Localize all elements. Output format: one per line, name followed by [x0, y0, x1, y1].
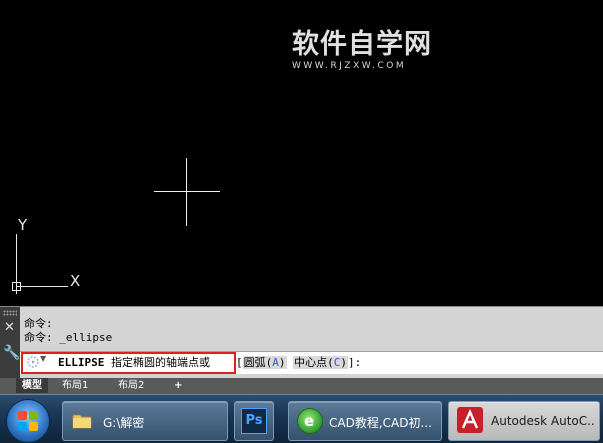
- add-layout-button[interactable]: +: [168, 378, 188, 393]
- taskbar-item-folder[interactable]: G:\解密: [62, 401, 228, 441]
- command-options: [圆弧(A) 中心点(C)]:: [236, 354, 361, 370]
- watermark-url: WWW.RJZXW.COM: [292, 61, 407, 71]
- command-window: ✕ 🔧 命令: 命令: _ellipse ▼ ELLIPSE 指定椭圆的轴端点或…: [0, 306, 603, 379]
- ucs-icon: Y X: [10, 216, 90, 298]
- history-line: 命令: _ellipse: [24, 331, 113, 344]
- taskbar-item-label: Autodesk AutoC...: [491, 414, 595, 428]
- command-window-grip[interactable]: ✕ 🔧: [0, 307, 20, 379]
- ucs-y-label: Y: [18, 216, 28, 234]
- ucs-x-label: X: [70, 272, 81, 290]
- command-history: 命令: 命令: _ellipse: [24, 317, 112, 345]
- taskbar-item-photoshop[interactable]: Ps: [234, 401, 274, 441]
- taskbar-item-label: CAD教程,CAD初...: [329, 416, 432, 430]
- option-center[interactable]: 中心点(C): [293, 356, 348, 369]
- chevron-down-icon[interactable]: ▼: [40, 354, 46, 363]
- watermark: 软件自学网 WWW.RJZXW.COM: [292, 29, 432, 72]
- grip-handle-icon[interactable]: [3, 310, 17, 316]
- command-name: ELLIPSE: [58, 356, 105, 369]
- autocad-icon: [457, 407, 483, 433]
- history-line: 命令:: [24, 317, 53, 330]
- tab-layout2[interactable]: 布局2: [112, 378, 150, 393]
- browser-icon: e: [297, 408, 323, 434]
- start-button[interactable]: [6, 399, 50, 443]
- windows-logo-icon: [18, 411, 38, 431]
- tab-layout1[interactable]: 布局1: [56, 378, 94, 393]
- taskbar-item-autocad[interactable]: Autodesk AutoC...: [448, 401, 600, 441]
- taskbar-item-label: G:\解密: [103, 416, 145, 430]
- taskbar: G:\解密 Ps e CAD教程,CAD初... Autodesk AutoC.…: [0, 394, 603, 443]
- close-bracket: ]:: [348, 356, 362, 369]
- folder-icon: [72, 414, 92, 429]
- tab-model[interactable]: 模型: [16, 378, 48, 393]
- watermark-title: 软件自学网: [292, 29, 432, 60]
- option-arc[interactable]: 圆弧(A): [242, 356, 287, 369]
- taskbar-item-browser[interactable]: e CAD教程,CAD初...: [288, 401, 442, 441]
- crosshair-cursor: [154, 158, 220, 226]
- command-line[interactable]: ▼ ELLIPSE 指定椭圆的轴端点或 [圆弧(A) 中心点(C)]:: [20, 351, 603, 374]
- command-prompt-text: 指定椭圆的轴端点或: [110, 356, 210, 369]
- wrench-icon[interactable]: 🔧: [3, 345, 20, 361]
- photoshop-icon: Ps: [241, 408, 267, 434]
- command-prompt-icon[interactable]: [26, 355, 40, 369]
- command-prompt: ELLIPSE 指定椭圆的轴端点或: [58, 354, 210, 370]
- layout-tabs: 模型 布局1 布局2 +: [0, 378, 603, 394]
- close-icon[interactable]: ✕: [4, 321, 15, 335]
- open-bracket: [: [236, 356, 243, 369]
- drawing-canvas[interactable]: 软件自学网 WWW.RJZXW.COM Y X: [0, 0, 603, 306]
